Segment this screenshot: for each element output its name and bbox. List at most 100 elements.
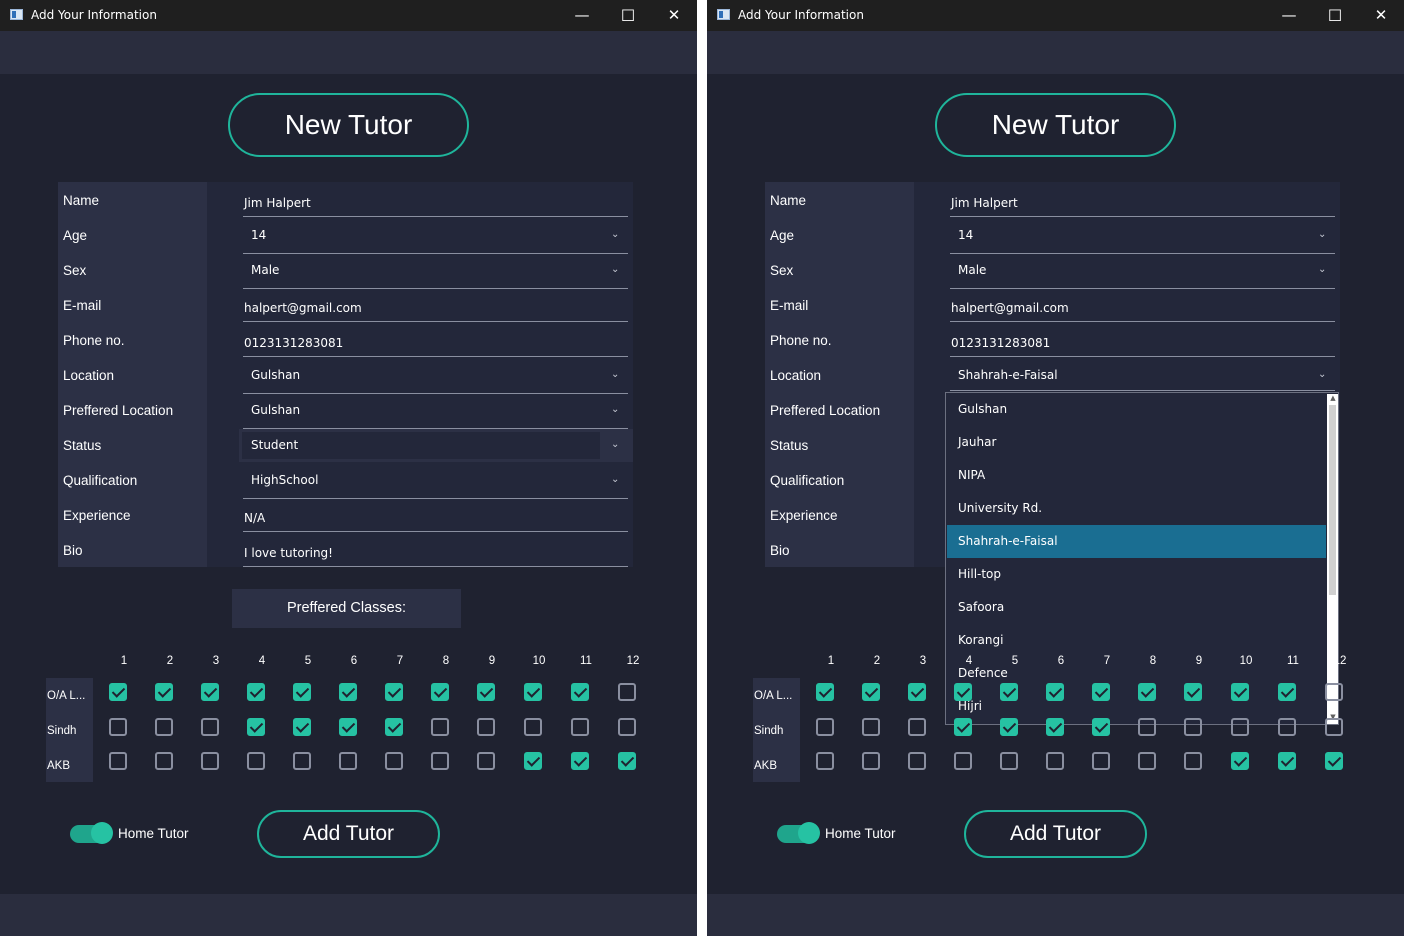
class-checkbox[interactable] — [109, 752, 127, 770]
qualification-chevron-down-icon[interactable]: ⌄ — [611, 474, 620, 485]
class-checkbox[interactable] — [1231, 683, 1249, 701]
class-checkbox[interactable] — [1278, 718, 1296, 736]
sex-chevron-down-icon[interactable]: ⌄ — [611, 264, 620, 275]
class-checkbox[interactable] — [1138, 683, 1156, 701]
maximize-button[interactable]: ☐ — [1312, 0, 1358, 31]
class-checkbox[interactable] — [431, 718, 449, 736]
class-checkbox[interactable] — [155, 752, 173, 770]
dropdown-option[interactable]: University Rd. — [947, 492, 1326, 525]
class-checkbox[interactable] — [109, 718, 127, 736]
class-checkbox[interactable] — [293, 718, 311, 736]
close-button[interactable]: ✕ — [1358, 0, 1404, 31]
class-checkbox[interactable] — [1046, 718, 1064, 736]
add-tutor-button[interactable]: Add Tutor — [257, 810, 440, 858]
sex-select[interactable]: Male — [958, 263, 986, 277]
class-checkbox[interactable] — [247, 752, 265, 770]
email-field[interactable]: halpert@gmail.com — [244, 301, 362, 315]
class-checkbox[interactable] — [339, 718, 357, 736]
class-checkbox[interactable] — [908, 683, 926, 701]
dropdown-option[interactable]: NIPA — [947, 459, 1326, 492]
class-checkbox[interactable] — [862, 683, 880, 701]
class-checkbox[interactable] — [1325, 718, 1343, 736]
maximize-button[interactable]: ☐ — [605, 0, 651, 31]
class-checkbox[interactable] — [1231, 752, 1249, 770]
age-select[interactable]: 14 — [251, 228, 266, 242]
class-checkbox[interactable] — [1000, 752, 1018, 770]
bio-field[interactable]: I love tutoring! — [244, 546, 333, 560]
class-checkbox[interactable] — [524, 752, 542, 770]
class-checkbox[interactable] — [1046, 752, 1064, 770]
class-checkbox[interactable] — [1092, 683, 1110, 701]
class-checkbox[interactable] — [954, 718, 972, 736]
class-checkbox[interactable] — [385, 683, 403, 701]
class-checkbox[interactable] — [201, 752, 219, 770]
pref-location-chevron-down-icon[interactable]: ⌄ — [611, 404, 620, 415]
class-checkbox[interactable] — [431, 683, 449, 701]
class-checkbox[interactable] — [1184, 718, 1202, 736]
class-checkbox[interactable] — [571, 718, 589, 736]
home-tutor-toggle-knob[interactable] — [91, 822, 113, 844]
qualification-select[interactable]: HighSchool — [251, 473, 318, 487]
add-tutor-button[interactable]: Add Tutor — [964, 810, 1147, 858]
experience-field[interactable]: N/A — [244, 511, 265, 525]
location-chevron-down-icon[interactable]: ⌄ — [611, 369, 620, 380]
name-field[interactable]: Jim Halpert — [244, 196, 311, 210]
title-bar[interactable]: Add Your Information — ☐ ✕ — [0, 0, 697, 31]
class-checkbox[interactable] — [1278, 683, 1296, 701]
class-checkbox[interactable] — [908, 718, 926, 736]
class-checkbox[interactable] — [155, 718, 173, 736]
class-checkbox[interactable] — [201, 718, 219, 736]
class-checkbox[interactable] — [1092, 752, 1110, 770]
location-dropdown-list[interactable]: Hijri Defence Korangi Safoora Hill-top Shahra… — [945, 392, 1339, 725]
class-checkbox[interactable] — [431, 752, 449, 770]
class-checkbox[interactable] — [155, 683, 173, 701]
class-checkbox[interactable] — [954, 683, 972, 701]
class-checkbox[interactable] — [385, 718, 403, 736]
sex-chevron-down-icon[interactable]: ⌄ — [1318, 264, 1327, 275]
class-checkbox[interactable] — [618, 752, 636, 770]
class-checkbox[interactable] — [524, 683, 542, 701]
class-checkbox[interactable] — [1231, 718, 1249, 736]
pref-location-select[interactable]: Gulshan — [251, 403, 300, 417]
dropdown-option[interactable]: Gulshan — [947, 393, 1326, 426]
dropdown-option[interactable]: Hill-top — [947, 558, 1326, 591]
class-checkbox[interactable] — [862, 718, 880, 736]
class-checkbox[interactable] — [247, 683, 265, 701]
class-checkbox[interactable] — [1092, 718, 1110, 736]
dropdown-option[interactable]: Jauhar — [947, 426, 1326, 459]
home-tutor-toggle-knob[interactable] — [798, 822, 820, 844]
class-checkbox[interactable] — [293, 752, 311, 770]
dropdown-option[interactable]: Shahrah-e-Faisal — [947, 525, 1326, 558]
class-checkbox[interactable] — [816, 752, 834, 770]
location-select[interactable]: Shahrah-e-Faisal — [958, 368, 1058, 382]
dropdown-scrollbar-thumb[interactable] — [1329, 405, 1336, 595]
class-checkbox[interactable] — [1184, 752, 1202, 770]
class-checkbox[interactable] — [1138, 752, 1156, 770]
dropdown-option[interactable]: Korangi — [947, 624, 1326, 657]
class-checkbox[interactable] — [1325, 752, 1343, 770]
class-checkbox[interactable] — [862, 752, 880, 770]
class-checkbox[interactable] — [201, 683, 219, 701]
age-select[interactable]: 14 — [958, 228, 973, 242]
class-checkbox[interactable] — [1000, 718, 1018, 736]
phone-field[interactable]: 0123131283081 — [951, 336, 1050, 350]
class-checkbox[interactable] — [477, 718, 495, 736]
class-checkbox[interactable] — [618, 683, 636, 701]
status-chevron-down-icon[interactable]: ⌄ — [611, 439, 620, 450]
class-checkbox[interactable] — [816, 718, 834, 736]
class-checkbox[interactable] — [1046, 683, 1064, 701]
class-checkbox[interactable] — [524, 718, 542, 736]
dropdown-option[interactable]: Safoora — [947, 591, 1326, 624]
class-checkbox[interactable] — [954, 752, 972, 770]
minimize-button[interactable]: — — [559, 0, 605, 31]
phone-field[interactable]: 0123131283081 — [244, 336, 343, 350]
class-checkbox[interactable] — [109, 683, 127, 701]
location-select[interactable]: Gulshan — [251, 368, 300, 382]
class-checkbox[interactable] — [293, 683, 311, 701]
age-chevron-down-icon[interactable]: ⌄ — [1318, 229, 1327, 240]
close-button[interactable]: ✕ — [651, 0, 697, 31]
class-checkbox[interactable] — [1184, 683, 1202, 701]
sex-select[interactable]: Male — [251, 263, 279, 277]
class-checkbox[interactable] — [247, 718, 265, 736]
class-checkbox[interactable] — [1000, 683, 1018, 701]
